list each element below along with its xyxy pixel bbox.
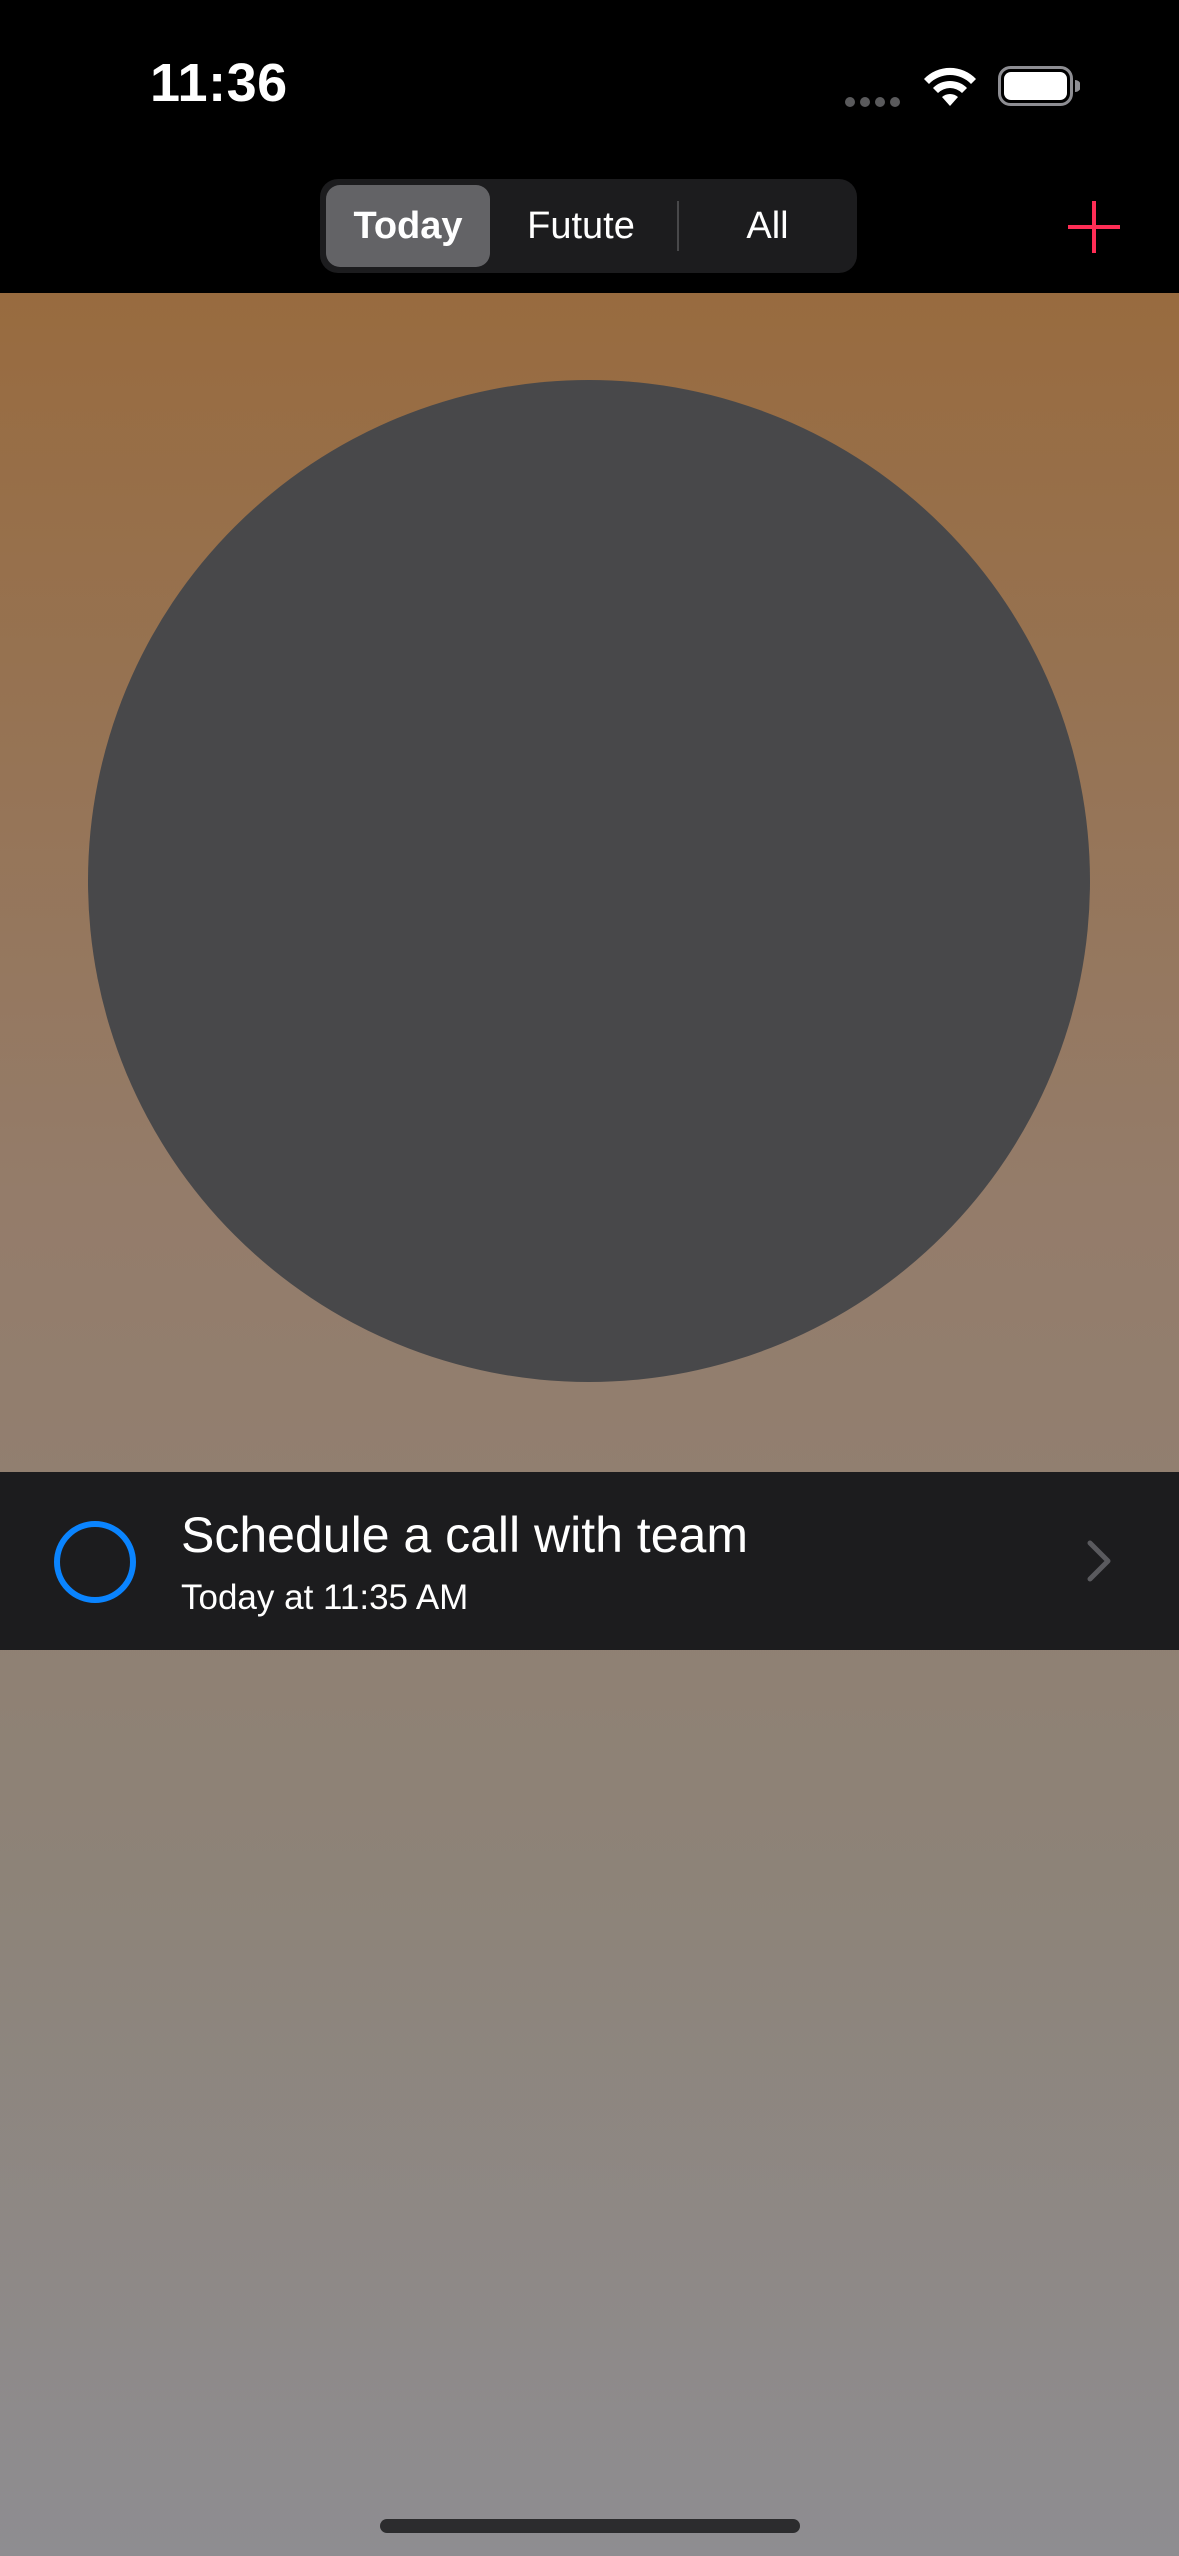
chevron-right-icon (1087, 1540, 1111, 1582)
task-checkbox[interactable] (53, 1520, 137, 1604)
cellular-signal-icon (845, 97, 905, 107)
status-time: 11:36 (150, 53, 288, 113)
progress-circle (88, 380, 1090, 1382)
home-indicator[interactable] (380, 2519, 800, 2533)
content-area: Schedule a call with team Today at 11:35… (0, 293, 1179, 2556)
segment-future[interactable]: Futute (496, 185, 666, 267)
segmented-control: Today Futute All (320, 179, 857, 273)
segment-divider (677, 201, 679, 251)
nav-bar: Today Futute All (0, 175, 1179, 294)
screen: 11:36 Today Futute All Schedule a call w… (0, 0, 1179, 2556)
wifi-icon (924, 67, 976, 106)
task-title: Schedule a call with team (181, 1507, 748, 1563)
task-row[interactable]: Schedule a call with team Today at 11:35… (0, 1472, 1179, 1650)
segment-today[interactable]: Today (326, 185, 490, 267)
battery-icon (998, 66, 1080, 106)
plus-icon[interactable] (1064, 197, 1124, 257)
segment-all[interactable]: All (684, 185, 851, 267)
task-due-date: Today at 11:35 AM (181, 1578, 469, 1617)
status-bar: 11:36 (0, 0, 1179, 175)
